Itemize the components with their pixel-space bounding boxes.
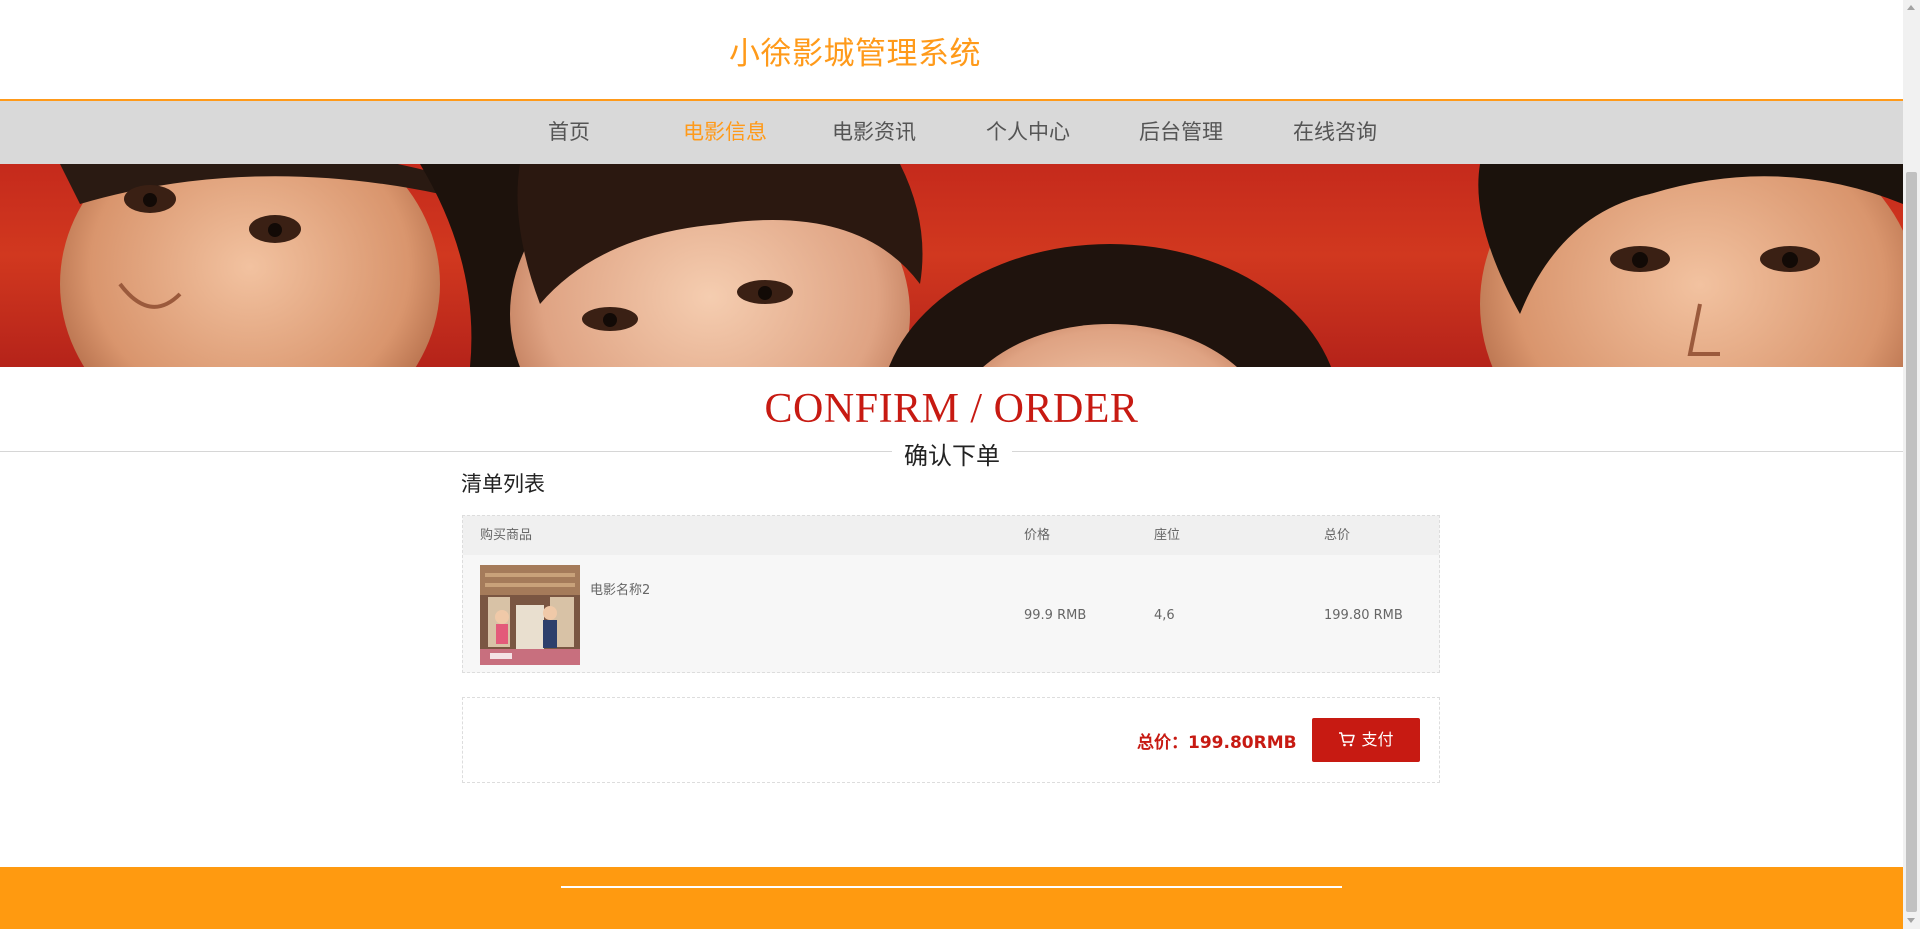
table-header: 购买商品 价格 座位 总价	[463, 516, 1439, 555]
nav-item-movie-info[interactable]: 电影信息	[683, 101, 767, 164]
page: 小徐影城管理系统 首页 电影信息 电影资讯 个人中心 后台管理 在线咨询 CON…	[0, 0, 1920, 929]
page-heading-cn: 确认下单	[892, 436, 1012, 471]
movie-poster-thumbnail[interactable]	[480, 565, 580, 665]
column-header-total: 总价	[1324, 528, 1351, 543]
seat-cell: 4,6	[1154, 608, 1175, 623]
scroll-up-arrow-icon[interactable]	[1907, 5, 1915, 10]
column-header-product: 购买商品	[480, 528, 533, 543]
order-total: 总价：199.80RMB	[1137, 733, 1297, 753]
pay-button-label: 支付	[1361, 730, 1394, 749]
banner-image	[0, 164, 1903, 367]
table-row: 电影名称2 99.9 RMB 4,6 199.80 RMB	[463, 555, 1439, 672]
nav-item-home[interactable]: 首页	[548, 101, 590, 164]
column-header-price: 价格	[1024, 528, 1051, 543]
price-cell: 99.9 RMB	[1024, 608, 1087, 623]
list-title: 清单列表	[461, 472, 545, 496]
poster-illustration	[480, 565, 580, 665]
page-scrollbar[interactable]	[1903, 0, 1920, 929]
nav-item-admin[interactable]: 后台管理	[1139, 101, 1223, 164]
nav-item-personal-center[interactable]: 个人中心	[986, 101, 1070, 164]
scrollbar-thumb[interactable]	[1906, 172, 1917, 912]
site-header: 小徐影城管理系统	[0, 0, 1903, 101]
pay-button[interactable]: 支付	[1312, 718, 1420, 762]
footer-divider	[561, 886, 1342, 888]
order-summary: 总价：199.80RMB 支付	[462, 697, 1440, 783]
movie-name[interactable]: 电影名称2	[590, 579, 650, 598]
site-footer	[0, 867, 1903, 929]
main-nav: 首页 电影信息 电影资讯 个人中心 后台管理 在线咨询	[0, 101, 1903, 164]
site-title[interactable]: 小徐影城管理系统	[729, 28, 981, 73]
order-table: 购买商品 价格 座位 总价 电影名称2 99.9 RMB 4,6 199.80 …	[462, 515, 1440, 673]
cart-icon	[1339, 731, 1356, 746]
total-cell: 199.80 RMB	[1324, 608, 1403, 623]
nav-item-online-consult[interactable]: 在线咨询	[1293, 101, 1377, 164]
column-header-seat: 座位	[1154, 528, 1181, 543]
page-heading-en: CONFIRM / ORDER	[764, 386, 1139, 432]
banner-illustration	[60, 164, 1903, 367]
nav-item-movie-news[interactable]: 电影资讯	[832, 101, 916, 164]
scroll-down-arrow-icon[interactable]	[1907, 918, 1915, 923]
